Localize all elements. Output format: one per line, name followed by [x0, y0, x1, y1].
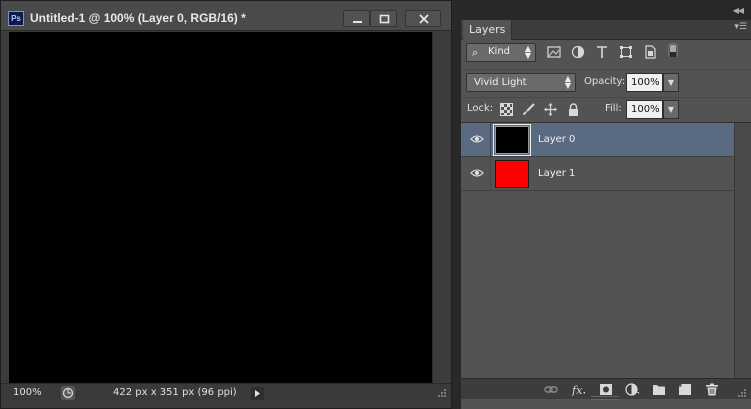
svg-text:fx: fx [571, 384, 583, 396]
new-adjustment-layer-icon[interactable] [625, 383, 639, 396]
stepper-arrows-icon: ▲ ▼ [564, 74, 571, 90]
minimize-icon [353, 21, 362, 23]
layers-list: Layer 0 Layer 1 [461, 122, 751, 379]
document-window: Ps Untitled-1 @ 100% (Layer 0, RGB/16) *… [0, 0, 452, 409]
opacity-input[interactable]: 100% [626, 73, 663, 92]
lock-all-icon[interactable] [567, 103, 580, 116]
opacity-dropdown-button[interactable]: ▼ [663, 73, 679, 92]
document-size-info: 422 px x 351 px (96 ppi) [113, 387, 237, 398]
lock-label: Lock: [467, 103, 494, 114]
document-statusbar: 100% 422 px x 351 px (96 ppi) [1, 383, 451, 402]
visibility-toggle[interactable] [461, 157, 491, 191]
panel-resize-handle[interactable] [591, 396, 619, 400]
fill-dropdown-button[interactable]: ▼ [663, 100, 679, 119]
photoshop-logo: Ps [8, 11, 24, 26]
search-icon: ⌕ [472, 46, 479, 59]
canvas[interactable] [9, 32, 432, 384]
filter-kind-select[interactable]: ⌕ Kind ▲ ▼ [466, 43, 536, 62]
close-icon [419, 14, 429, 24]
fill-input[interactable]: 100% [626, 100, 663, 119]
blend-mode-row: Vivid Light ▲ ▼ Opacity: 100% ▼ [461, 69, 751, 97]
add-mask-icon[interactable] [599, 383, 613, 396]
maximize-icon [379, 14, 390, 24]
layer-name[interactable]: Layer 1 [538, 168, 575, 179]
layers-scrollbar[interactable] [734, 123, 751, 379]
lock-image-pixels-icon[interactable] [522, 103, 535, 116]
document-title: Untitled-1 @ 100% (Layer 0, RGB/16) * [30, 11, 246, 25]
resize-grip-icon[interactable] [435, 388, 447, 400]
status-menu-arrow-icon[interactable] [251, 387, 264, 400]
new-group-icon[interactable] [652, 383, 666, 396]
fx-icon[interactable]: fx [571, 383, 585, 396]
type-layer-filter-icon[interactable] [595, 45, 609, 59]
panel-dock-strip: ◀◀ [461, 4, 751, 20]
minimize-button[interactable] [343, 10, 370, 27]
eye-icon [470, 169, 484, 177]
blend-mode-select[interactable]: Vivid Light ▲ ▼ [466, 73, 576, 92]
smart-object-filter-icon[interactable] [643, 45, 657, 59]
opacity-label: Opacity: [584, 76, 626, 87]
zoom-level[interactable]: 100% [13, 387, 42, 398]
blend-mode-value: Vivid Light [474, 77, 527, 88]
pixel-layer-filter-icon[interactable] [547, 45, 561, 59]
document-titlebar[interactable]: Ps Untitled-1 @ 100% (Layer 0, RGB/16) * [1, 1, 451, 31]
layer-row-layer-0[interactable]: Layer 0 [461, 123, 734, 157]
layer-thumbnail[interactable] [495, 160, 529, 188]
stepper-arrows-icon: ▲ ▼ [524, 44, 531, 60]
status-info-icon[interactable] [61, 386, 75, 400]
vertical-scrollbar[interactable] [432, 32, 446, 384]
eye-icon [470, 135, 484, 143]
layer-thumbnail[interactable] [495, 126, 529, 154]
lock-row: Lock: Fill: 100% ▼ [461, 97, 751, 122]
shape-layer-filter-icon[interactable] [619, 45, 633, 59]
layers-panel: ◀◀ Layers ▾☰ ⌕ Kind ▲ ▼ Vivid Light ▲ ▼ Op… [461, 4, 751, 409]
new-layer-icon[interactable] [678, 383, 692, 396]
close-button[interactable] [405, 10, 441, 27]
adjustment-layer-filter-icon[interactable] [571, 45, 585, 59]
panel-menu-icon[interactable]: ▾☰ [734, 22, 747, 32]
layer-filter-row: ⌕ Kind ▲ ▼ [461, 40, 751, 69]
delete-layer-icon[interactable] [705, 383, 719, 396]
link-layers-icon[interactable] [544, 383, 558, 396]
filter-toggle-icon[interactable] [668, 43, 682, 57]
layer-name[interactable]: Layer 0 [538, 134, 575, 145]
visibility-toggle[interactable] [461, 123, 491, 157]
collapse-panel-icon[interactable]: ◀◀ [733, 6, 744, 15]
lock-transparent-pixels-icon[interactable] [500, 103, 513, 116]
layer-row-layer-1[interactable]: Layer 1 [461, 157, 734, 191]
tab-layers[interactable]: Layers [463, 20, 513, 40]
panel-tab-bar: Layers ▾☰ [461, 20, 751, 40]
filter-kind-label: Kind [488, 46, 511, 57]
maximize-button[interactable] [370, 10, 397, 27]
fill-label: Fill: [605, 103, 622, 114]
lock-position-icon[interactable] [544, 103, 557, 116]
resize-grip-icon[interactable] [737, 388, 747, 398]
